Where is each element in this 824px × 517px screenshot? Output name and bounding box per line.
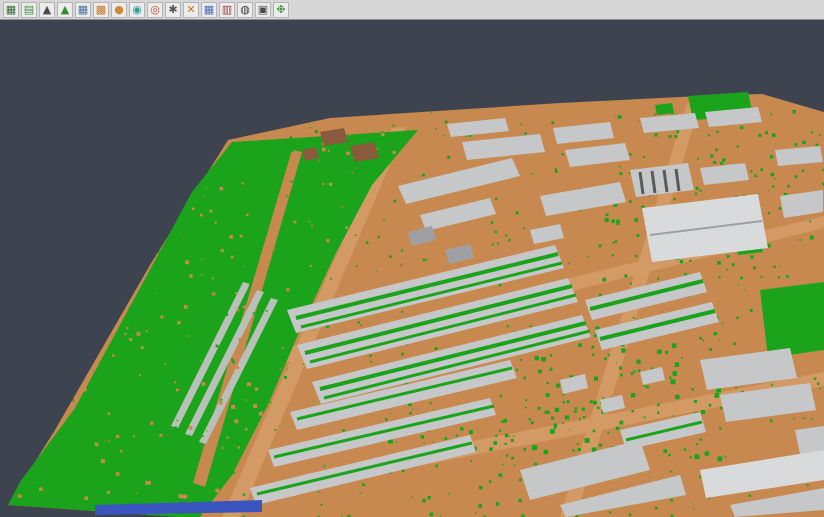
- plant-icon[interactable]: ❉: [273, 2, 289, 18]
- sphere-icon[interactable]: ●: [111, 2, 127, 18]
- main-toolbar: ▦▤▲▲▦▩●◉◎✱✕▦▥◍▣❉: [0, 0, 824, 20]
- box-icon[interactable]: ▣: [255, 2, 271, 18]
- classification-icon[interactable]: ▦: [3, 2, 19, 18]
- viewport-3d[interactable]: [0, 20, 824, 517]
- mountain-icon[interactable]: ▲: [39, 2, 55, 18]
- table-icon[interactable]: ▦: [75, 2, 91, 18]
- texture-icon[interactable]: ▩: [93, 2, 109, 18]
- terrain-icon[interactable]: ▲: [57, 2, 73, 18]
- building: [795, 426, 824, 454]
- cut-icon[interactable]: ✕: [183, 2, 199, 18]
- rings-icon[interactable]: ◎: [147, 2, 163, 18]
- tag-icon[interactable]: ▥: [219, 2, 235, 18]
- point-cloud-scene: [0, 20, 824, 517]
- gear-icon[interactable]: ✱: [165, 2, 181, 18]
- grid-icon[interactable]: ▦: [201, 2, 217, 18]
- globe-icon[interactable]: ◍: [237, 2, 253, 18]
- target-icon[interactable]: ◉: [129, 2, 145, 18]
- layers-icon[interactable]: ▤: [21, 2, 37, 18]
- application-window: ▦▤▲▲▦▩●◉◎✱✕▦▥◍▣❉: [0, 0, 824, 517]
